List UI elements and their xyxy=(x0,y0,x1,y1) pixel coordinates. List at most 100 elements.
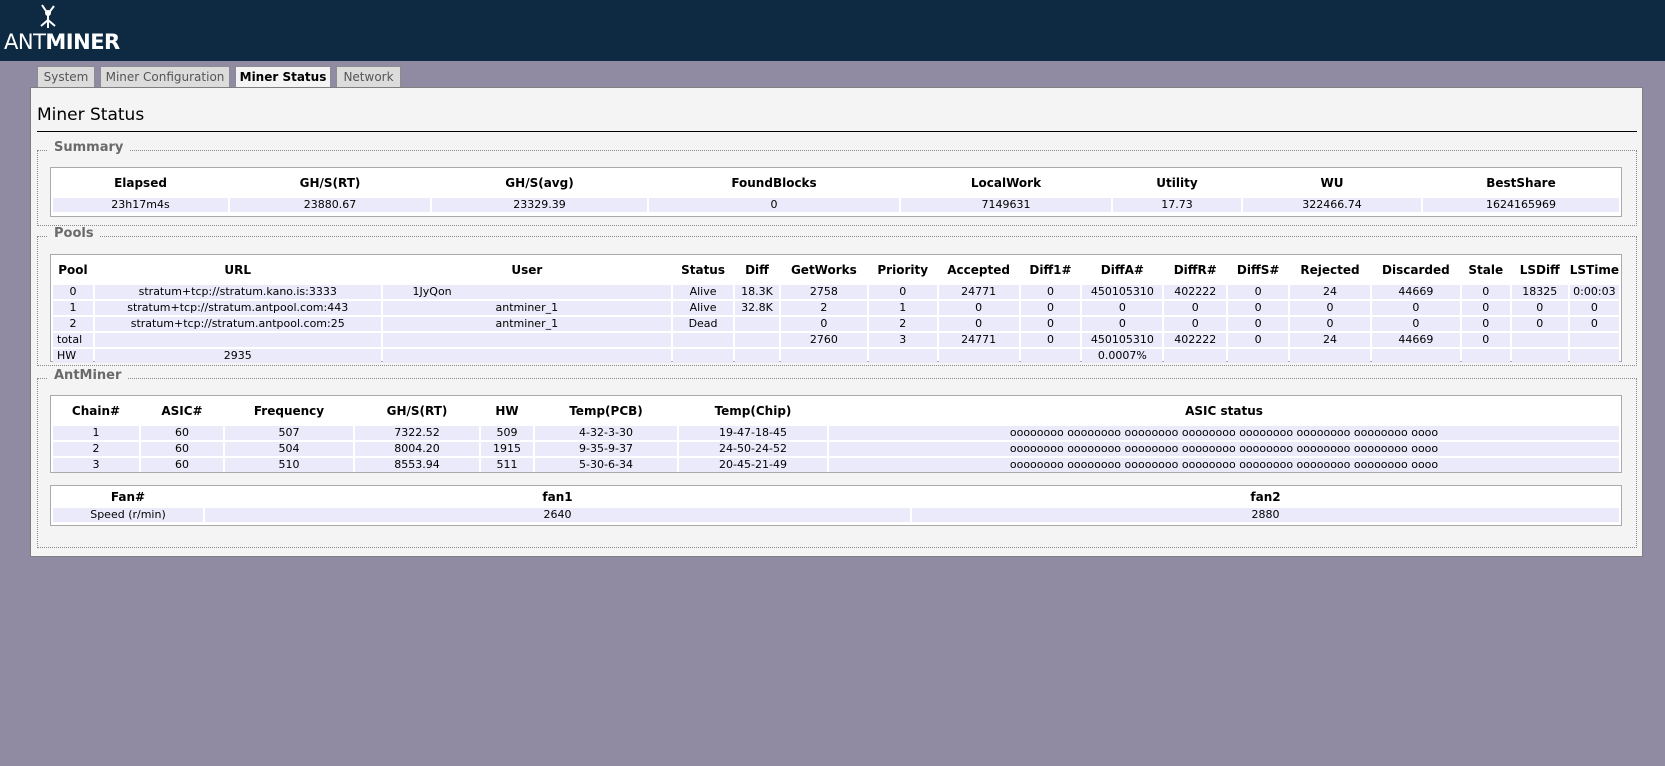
pool-cell: 0 xyxy=(938,317,1019,331)
chain-row: 1 60 507 7322.52 509 4-32-3-30 19-47-18-… xyxy=(53,426,1619,440)
empty-cell xyxy=(1511,333,1568,347)
logo-text-miner: MINER xyxy=(45,30,120,54)
pool-cell: 1 xyxy=(868,301,937,315)
total-stale: 0 xyxy=(1461,333,1510,347)
total-rejected: 24 xyxy=(1290,333,1370,347)
summary-cell: 23329.39 xyxy=(432,198,647,212)
pool-cell: 0 xyxy=(1569,317,1619,331)
fan1-speed: 2640 xyxy=(205,508,910,522)
summary-header: Elapsed xyxy=(114,176,167,190)
fan2-speed: 2880 xyxy=(912,508,1619,522)
tab-miner-configuration[interactable]: Miner Configuration xyxy=(100,66,230,88)
antminer-section: AntMiner Chain# ASIC# Frequency GH/S(RT)… xyxy=(37,368,1637,548)
pool-row: 2 stratum+tcp://stratum.antpool.com:25 a… xyxy=(53,317,1619,331)
total-accepted: 24771 xyxy=(938,333,1019,347)
chain-cell: 8553.94 xyxy=(355,458,479,472)
summary-section: Summary Elapsed GH/S(RT) GH/S(avg) Found… xyxy=(37,140,1637,226)
chain-cell: 2 xyxy=(53,442,139,456)
pool-row: 1 stratum+tcp://stratum.antpool.com:443 … xyxy=(53,301,1619,315)
summary-header: GH/S(RT) xyxy=(299,176,361,190)
chain-cell: 24-50-24-52 xyxy=(679,442,827,456)
pool-user: antminer_1 xyxy=(382,301,672,315)
fan-speed-row: Speed (r/min) 2640 2880 xyxy=(53,508,1619,522)
fans-table-box: Fan# fan1 fan2 Speed (r/min) 2640 2880 xyxy=(50,485,1622,526)
pool-cell: 2 xyxy=(868,317,937,331)
fans-header-row: Fan# fan1 fan2 xyxy=(53,488,1619,506)
summary-header: GH/S(avg) xyxy=(505,176,574,190)
summary-header: Utility xyxy=(1156,176,1198,190)
fans-header: fan2 xyxy=(1250,490,1281,504)
total-getworks: 2760 xyxy=(780,333,867,347)
pool-cell: 0 xyxy=(1020,301,1081,315)
chains-table: Chain# ASIC# Frequency GH/S(RT) HW Temp(… xyxy=(51,396,1621,474)
empty-cell xyxy=(94,333,381,347)
summary-row: 23h17m4s 23880.67 23329.39 0 7149631 17.… xyxy=(53,198,1619,212)
empty-cell xyxy=(673,333,733,347)
empty-cell xyxy=(938,349,1019,363)
total-diffs: 0 xyxy=(1228,333,1289,347)
summary-cell: 23880.67 xyxy=(230,198,430,212)
chains-header: GH/S(RT) xyxy=(386,404,448,418)
pool-url: stratum+tcp://stratum.antpool.com:25 xyxy=(94,317,381,331)
empty-cell xyxy=(1228,349,1289,363)
pools-header: LSTime xyxy=(1569,263,1619,277)
pools-legend: Pools xyxy=(48,226,100,241)
chain-cell: 1 xyxy=(53,426,139,440)
total-diffr: 402222 xyxy=(1164,333,1227,347)
pools-header: Discarded xyxy=(1382,263,1450,277)
chain-cell: 60 xyxy=(141,458,223,472)
pool-row: 0 stratum+tcp://stratum.kano.is:3333 1Jy… xyxy=(53,285,1619,299)
summary-cell: 7149631 xyxy=(901,198,1111,212)
empty-cell xyxy=(735,333,779,347)
chain-cell: 9-35-9-37 xyxy=(535,442,677,456)
pool-cell: 2 xyxy=(780,301,867,315)
pools-header: User xyxy=(511,263,543,277)
ant-logo-icon xyxy=(40,4,56,28)
pool-cell: 18.3K xyxy=(735,285,779,299)
chain-cell: 8004.20 xyxy=(355,442,479,456)
tab-system[interactable]: System xyxy=(37,66,95,88)
title-divider xyxy=(37,131,1637,132)
pool-user: antminer_1 xyxy=(382,317,672,331)
empty-cell xyxy=(1371,349,1460,363)
chains-header: Temp(Chip) xyxy=(714,404,792,418)
chain-cell: 19-47-18-45 xyxy=(679,426,827,440)
content-panel: Miner Status Summary Elapsed GH/S(RT) GH… xyxy=(30,87,1643,557)
total-diffa: 450105310 xyxy=(1082,333,1163,347)
summary-table: Elapsed GH/S(RT) GH/S(avg) FoundBlocks L… xyxy=(51,168,1621,214)
pools-header: DiffS# xyxy=(1236,263,1280,277)
pool-cell: 450105310 xyxy=(1082,285,1163,299)
pool-cell: 0 xyxy=(1082,317,1163,331)
empty-cell xyxy=(868,349,937,363)
pools-header: Pool xyxy=(58,263,88,277)
pools-header: Diff xyxy=(745,263,769,277)
hw-value: 2935 xyxy=(94,349,381,363)
pool-cell: 0 xyxy=(938,301,1019,315)
tab-network[interactable]: Network xyxy=(336,66,401,88)
pool-url: stratum+tcp://stratum.antpool.com:443 xyxy=(94,301,381,315)
empty-cell xyxy=(382,333,672,347)
pool-cell: 0 xyxy=(1371,317,1460,331)
pools-table: Pool URL User Status Diff GetWorks Prior… xyxy=(51,255,1621,365)
summary-cell: 0 xyxy=(649,198,899,212)
pool-cell: 0 xyxy=(868,285,937,299)
asic-status: oooooooo oooooooo oooooooo oooooooo oooo… xyxy=(829,442,1619,456)
pool-cell: 0 xyxy=(1371,301,1460,315)
fans-header: Fan# xyxy=(110,490,146,504)
summary-header: FoundBlocks xyxy=(731,176,817,190)
summary-header-row: Elapsed GH/S(RT) GH/S(avg) FoundBlocks L… xyxy=(53,170,1619,196)
pools-header: Accepted xyxy=(947,263,1010,277)
pools-header: Rejected xyxy=(1300,263,1360,277)
chain-row: 2 60 504 8004.20 1915 9-35-9-37 24-50-24… xyxy=(53,442,1619,456)
summary-cell: 1624165969 xyxy=(1423,198,1619,212)
pool-cell: 44669 xyxy=(1371,285,1460,299)
pool-cell: 402222 xyxy=(1164,285,1227,299)
pool-cell: 0 xyxy=(1511,301,1568,315)
total-diff1: 0 xyxy=(1020,333,1081,347)
pool-cell: 24771 xyxy=(938,285,1019,299)
pool-cell: 0 xyxy=(1569,301,1619,315)
chain-cell: 504 xyxy=(225,442,353,456)
pool-cell: 32.8K xyxy=(735,301,779,315)
empty-cell xyxy=(673,349,733,363)
chains-header: HW xyxy=(495,404,519,418)
